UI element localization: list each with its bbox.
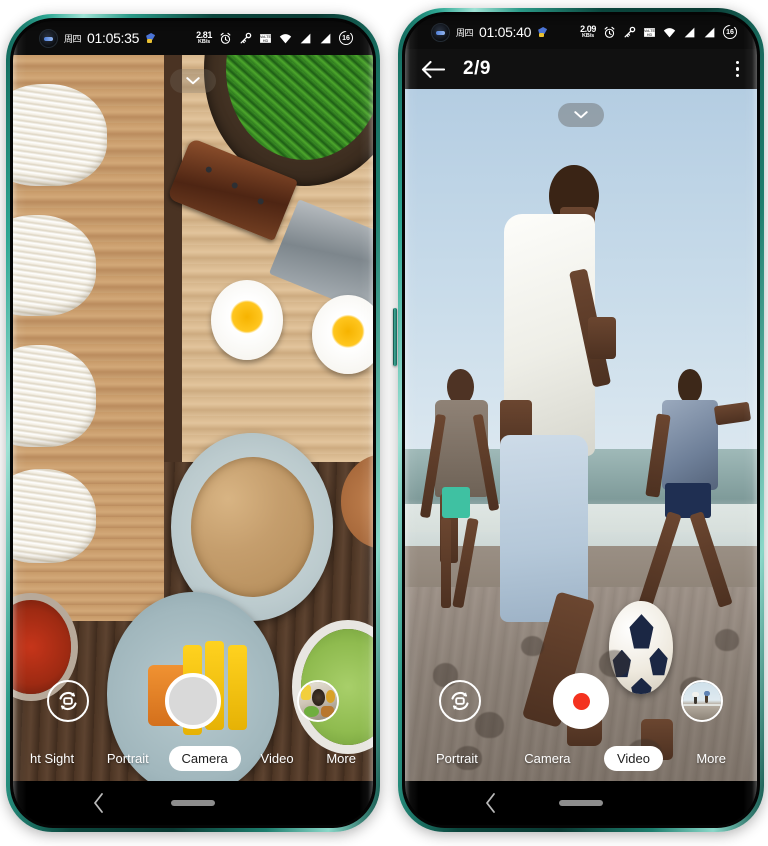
- mode-portrait[interactable]: Portrait: [94, 746, 162, 771]
- kebab-dot: [735, 60, 739, 65]
- more-options-button[interactable]: [735, 60, 739, 78]
- punch-hole-camera-icon: [39, 28, 58, 48]
- last-photo-thumbnail[interactable]: [297, 680, 339, 722]
- svg-text:HD: HD: [647, 33, 653, 37]
- svg-text:VoLTE: VoLTE: [644, 28, 656, 32]
- status-day-label: 周四: [64, 33, 82, 44]
- page-title: 2/9: [463, 58, 491, 79]
- battery-level-label: 16: [342, 34, 350, 42]
- battery-icon: 16: [723, 25, 737, 39]
- nav-back-button[interactable]: [483, 792, 499, 814]
- phone-left: 周四 01:05:35 2.81 KB/s VoLTE HD 16 ht Sig…: [6, 14, 380, 832]
- status-bar-right-group: 2.81 KB/s VoLTE HD 16: [196, 30, 353, 46]
- back-arrow-icon: [421, 60, 445, 78]
- battery-icon: 16: [339, 31, 353, 45]
- signal-sim2-icon: [704, 27, 715, 37]
- network-speed-unit: KB/s: [197, 38, 211, 45]
- network-speed-indicator: 2.09 KB/s: [580, 24, 596, 40]
- mode-more[interactable]: More: [313, 746, 369, 771]
- phone-left-screen: 周四 01:05:35 2.81 KB/s VoLTE HD 16 ht Sig…: [13, 21, 373, 825]
- signal-sim1-icon: [684, 27, 695, 37]
- record-dot-icon: [572, 692, 590, 710]
- phone-left-bezel: 周四 01:05:35 2.81 KB/s VoLTE HD 16 ht Sig…: [10, 18, 376, 828]
- alarm-clock-icon: [604, 26, 615, 38]
- wifi-icon: [279, 33, 292, 43]
- mode-portrait[interactable]: Portrait: [423, 746, 491, 771]
- kebab-dot: [735, 67, 739, 71]
- app-notification-icon: [145, 32, 157, 44]
- last-photo-thumbnail[interactable]: [681, 680, 723, 722]
- battery-level-label: 16: [726, 28, 734, 36]
- punch-hole-camera-icon: [431, 22, 450, 42]
- mode-selector-left[interactable]: ht Sight Portrait Camera Video More: [13, 746, 373, 771]
- nav-home-button[interactable]: [559, 800, 603, 806]
- key-icon: [624, 26, 636, 37]
- mode-selector-right[interactable]: Portrait Camera Video More: [405, 746, 757, 771]
- camera-viewfinder-right[interactable]: Portrait Camera Video More: [405, 89, 757, 781]
- status-bar-right-group: 2.09 KB/s VoLTE HD 16: [580, 24, 737, 40]
- camera-viewfinder-left[interactable]: ht Sight Portrait Camera Video More: [13, 55, 373, 781]
- signal-sim2-icon: [320, 33, 331, 43]
- app-bar: 2/9: [405, 49, 757, 89]
- collapse-panel-button[interactable]: [170, 69, 216, 93]
- flip-camera-icon: [59, 691, 77, 711]
- nav-back-button[interactable]: [91, 792, 107, 814]
- mode-video[interactable]: Video: [248, 746, 307, 771]
- screenshot-stage: 周四 01:05:35 2.81 KB/s VoLTE HD 16 ht Sig…: [0, 0, 768, 846]
- status-clock: 01:05:35: [87, 30, 140, 46]
- shutter-button[interactable]: [165, 673, 221, 729]
- status-bar-left-group: 周四 01:05:40: [431, 22, 549, 42]
- chevron-down-icon: [574, 111, 588, 119]
- mode-camera[interactable]: Camera: [168, 746, 241, 771]
- app-notification-icon: [537, 26, 549, 38]
- chevron-down-icon: [186, 77, 200, 85]
- status-bar-left: 周四 01:05:35 2.81 KB/s VoLTE HD 16: [13, 21, 373, 55]
- app-bar-back-button[interactable]: [421, 60, 445, 79]
- side-power-button[interactable]: [393, 308, 397, 366]
- navigation-bar-right: [405, 781, 757, 825]
- status-day-label: 周四: [456, 27, 474, 38]
- network-speed-unit: KB/s: [581, 32, 595, 39]
- network-speed-indicator: 2.81 KB/s: [196, 30, 212, 46]
- volte-icon: VoLTE HD: [260, 33, 272, 43]
- mode-more[interactable]: More: [683, 746, 739, 771]
- flip-camera-icon: [451, 691, 469, 711]
- flip-camera-button[interactable]: [439, 680, 481, 722]
- svg-text:HD: HD: [263, 39, 269, 43]
- phone-right-bezel: 周四 01:05:40 2.09 KB/s VoLTE HD 16 2/9 Po…: [402, 12, 760, 828]
- flip-camera-button[interactable]: [47, 680, 89, 722]
- camera-controls-right: [405, 673, 757, 729]
- status-clock: 01:05:40: [479, 24, 532, 40]
- phone-right-screen: 周四 01:05:40 2.09 KB/s VoLTE HD 16 2/9 Po…: [405, 15, 757, 825]
- key-icon: [240, 32, 252, 43]
- navigation-bar-left: [13, 781, 373, 825]
- camera-controls-left: [13, 673, 373, 729]
- signal-sim1-icon: [300, 33, 311, 43]
- volte-icon: VoLTE HD: [644, 27, 656, 37]
- mode-video[interactable]: Video: [603, 746, 663, 771]
- alarm-clock-icon: [220, 32, 231, 44]
- mode-night-sight[interactable]: ht Sight: [17, 746, 87, 771]
- kebab-dot: [735, 73, 739, 78]
- status-bar-right: 周四 01:05:40 2.09 KB/s VoLTE HD 16: [405, 15, 757, 49]
- wifi-icon: [663, 27, 676, 37]
- svg-text:VoLTE: VoLTE: [260, 34, 272, 38]
- mode-camera[interactable]: Camera: [511, 746, 583, 771]
- phone-right: 周四 01:05:40 2.09 KB/s VoLTE HD 16 2/9 Po…: [393, 8, 764, 832]
- status-bar-left-group: 周四 01:05:35: [39, 28, 157, 48]
- record-button[interactable]: [553, 673, 609, 729]
- collapse-panel-button[interactable]: [558, 103, 604, 127]
- nav-home-button[interactable]: [171, 800, 215, 806]
